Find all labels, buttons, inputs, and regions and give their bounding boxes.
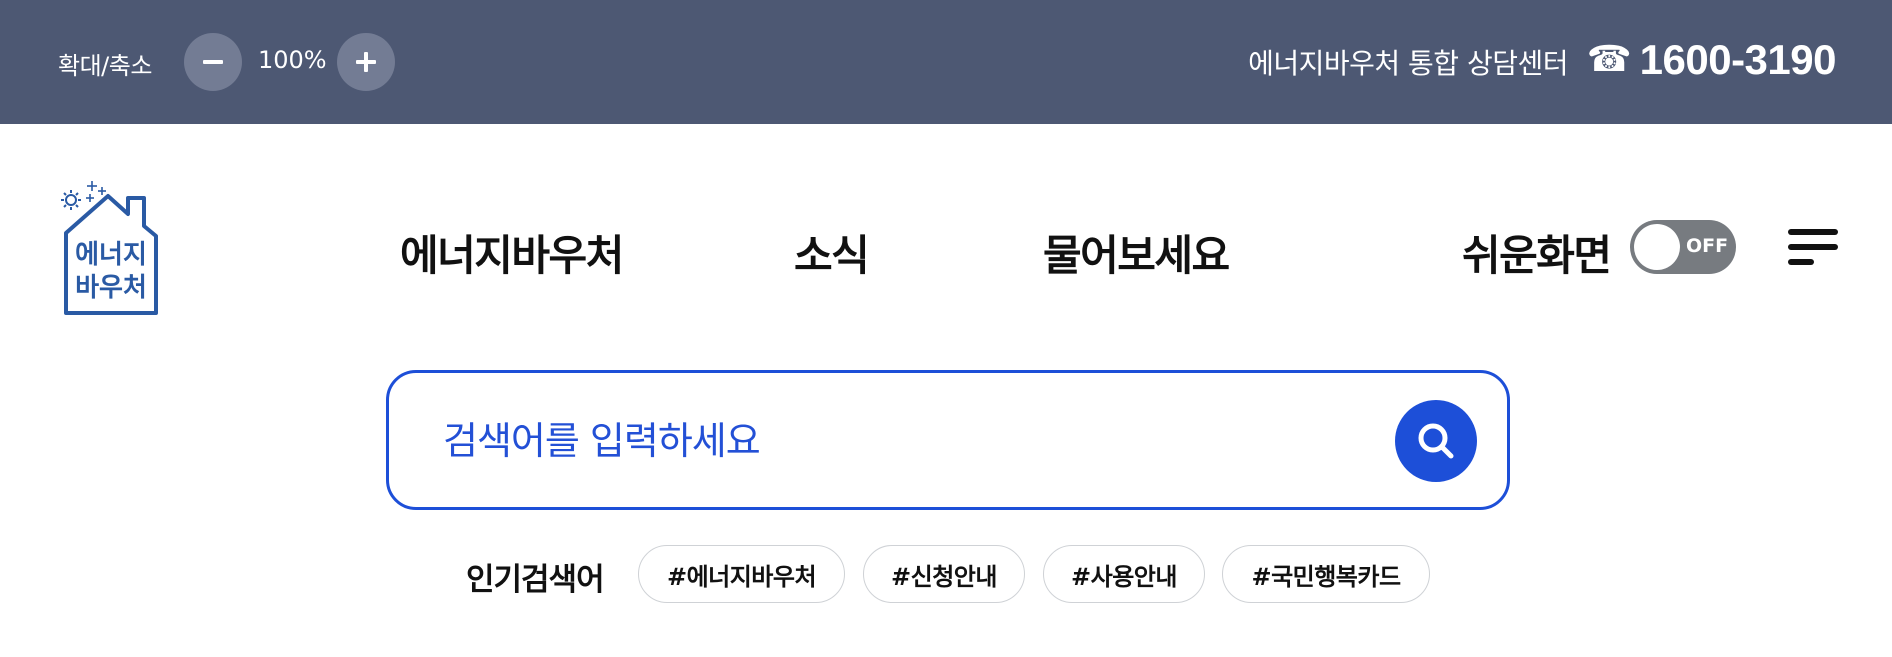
phone-number[interactable]: 1600-3190 xyxy=(1640,36,1837,84)
search-icon xyxy=(1418,423,1454,459)
plus-icon xyxy=(356,52,376,72)
toggle-state-text: OFF xyxy=(1686,235,1729,257)
search-input[interactable] xyxy=(443,409,1343,473)
top-utility-bar: 확대/축소 100% 에너지바우처 통합 상담센터 ☎ 1600-3190 xyxy=(0,0,1892,124)
energy-voucher-logo[interactable]: 에너지 바우처 xyxy=(56,178,172,318)
search-box xyxy=(386,370,1510,510)
popular-tag-usage-guide[interactable]: #사용안내 xyxy=(1043,545,1205,603)
sun-icon xyxy=(61,190,81,210)
zoom-value: 100% xyxy=(258,46,327,74)
toggle-knob xyxy=(1634,224,1680,270)
search-button[interactable] xyxy=(1395,400,1477,482)
zoom-out-button[interactable] xyxy=(184,33,242,91)
helpdesk-label: 에너지바우처 통합 상담센터 xyxy=(1248,47,1568,80)
zoom-label: 확대/축소 xyxy=(58,52,152,80)
helpdesk-phone[interactable]: ☎ 1600-3190 xyxy=(1586,36,1837,84)
minus-icon xyxy=(203,60,223,64)
popular-tag-energy-voucher[interactable]: #에너지바우처 xyxy=(638,545,845,603)
easy-mode-toggle[interactable]: OFF xyxy=(1630,220,1736,274)
menu-button[interactable] xyxy=(1786,226,1840,268)
phone-icon: ☎ xyxy=(1586,39,1632,80)
nav-item-news[interactable]: 소식 xyxy=(794,222,870,283)
zoom-in-button[interactable] xyxy=(337,33,395,91)
nav-item-energy-voucher[interactable]: 에너지바우처 xyxy=(400,222,624,283)
popular-tag-happiness-card[interactable]: #국민행복카드 xyxy=(1222,545,1430,603)
popular-keywords-label: 인기검색어 xyxy=(466,562,605,598)
logo-text-line2: 바우처 xyxy=(75,273,147,303)
popular-tag-application-guide[interactable]: #신청안내 xyxy=(863,545,1025,603)
menu-icon xyxy=(1788,229,1838,265)
nav-item-ask[interactable]: 물어보세요 xyxy=(1043,222,1230,283)
logo-text-line1: 에너지 xyxy=(75,240,147,270)
easy-mode-label: 쉬운화면 xyxy=(1462,231,1612,280)
